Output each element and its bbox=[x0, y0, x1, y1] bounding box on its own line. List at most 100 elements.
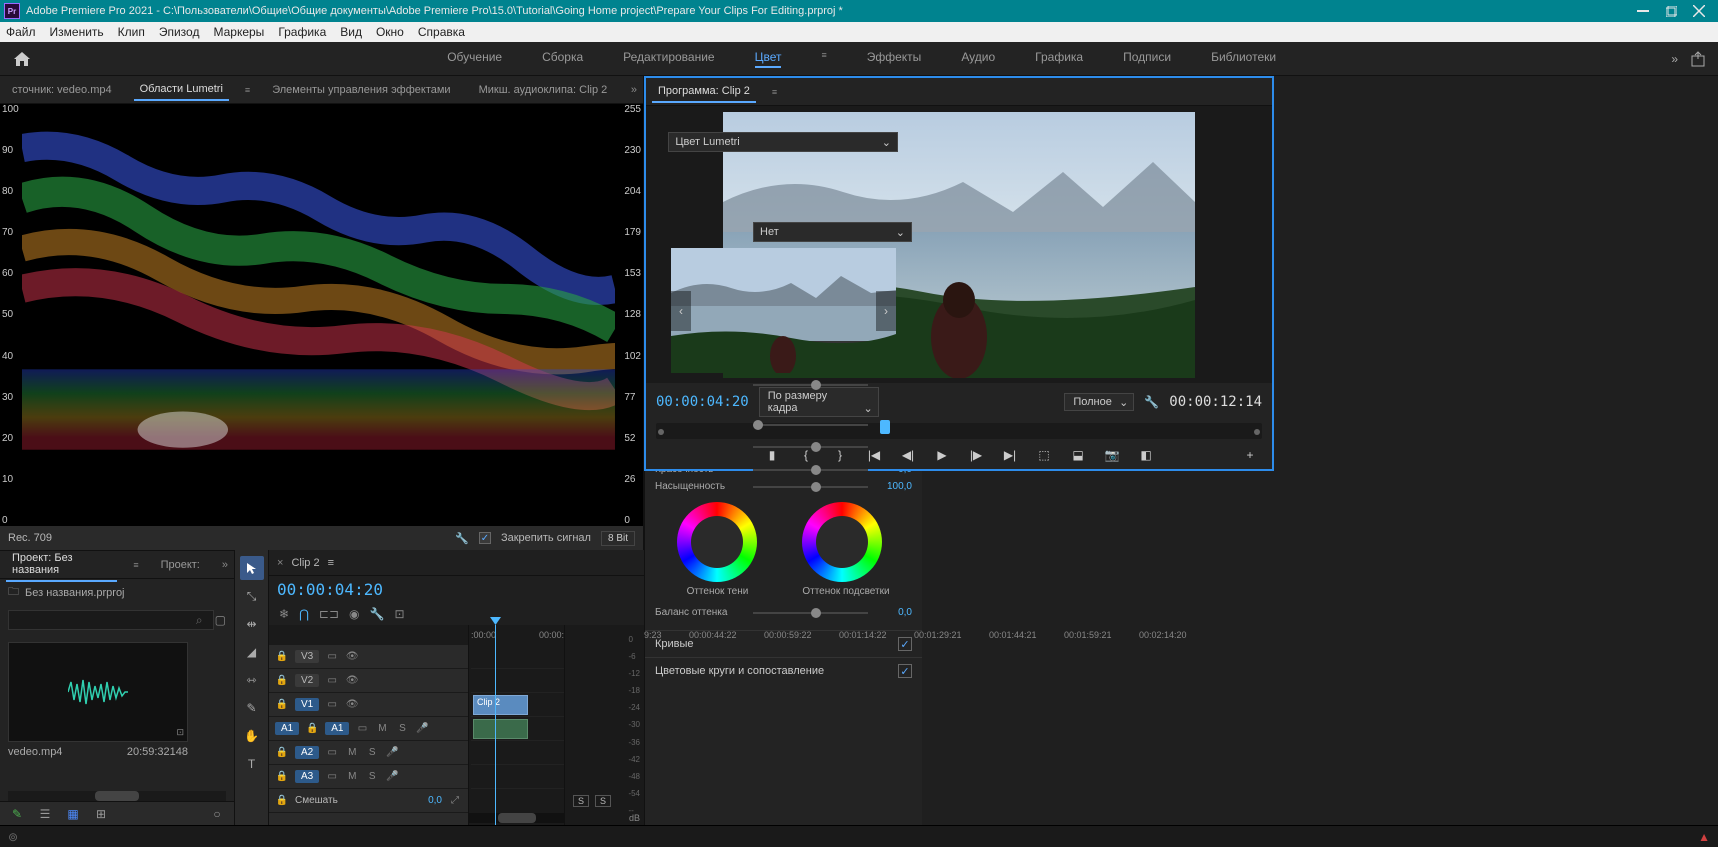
menu-help[interactable]: Справка bbox=[418, 25, 465, 39]
play-button[interactable]: ▶ bbox=[934, 447, 950, 463]
workspace-color[interactable]: Цвет bbox=[755, 50, 782, 68]
section-color-wheels[interactable]: Цветовые круги и сопоставление bbox=[645, 657, 922, 684]
workspace-captions[interactable]: Подписи bbox=[1123, 50, 1171, 68]
lock-icon[interactable]: 🔒 bbox=[275, 650, 289, 664]
look-next-button[interactable]: › bbox=[876, 291, 896, 331]
lock-icon[interactable]: 🔒 bbox=[305, 722, 319, 736]
project-scrollbar[interactable] bbox=[95, 791, 139, 801]
workspace-effects[interactable]: Эффекты bbox=[867, 50, 922, 68]
mark-out-button[interactable]: } bbox=[832, 447, 848, 463]
menu-markers[interactable]: Маркеры bbox=[213, 25, 264, 39]
cc-icon[interactable]: ⊚ bbox=[8, 830, 18, 844]
step-back-button[interactable]: ◀| bbox=[900, 447, 916, 463]
in-timecode[interactable]: 00:00:04:20 bbox=[656, 394, 749, 410]
go-to-out-button[interactable]: ▶| bbox=[1002, 447, 1018, 463]
menu-sequence[interactable]: Эпизод bbox=[159, 25, 200, 39]
toggle-output-icon[interactable]: ▭ bbox=[325, 650, 339, 664]
go-to-in-button[interactable]: |◀ bbox=[866, 447, 882, 463]
tab-lumetri-scopes[interactable]: Области Lumetri bbox=[134, 79, 229, 101]
type-tool[interactable]: T bbox=[240, 752, 264, 776]
shadow-tint-wheel[interactable] bbox=[677, 502, 757, 582]
eye-icon[interactable]: 👁 bbox=[345, 650, 359, 664]
tint-balance-value[interactable]: 0,0 bbox=[876, 607, 912, 618]
track-a3[interactable]: A3 bbox=[295, 770, 319, 783]
highlight-tint-wheel[interactable] bbox=[802, 502, 882, 582]
project-clip-item[interactable]: ⊡ vedeo.mp4 20:59:32148 bbox=[8, 642, 188, 758]
wheels-toggle[interactable] bbox=[898, 664, 912, 678]
saturation-slider[interactable] bbox=[753, 486, 868, 488]
button-editor-icon[interactable]: + bbox=[1242, 447, 1258, 463]
more-tabs-icon[interactable]: » bbox=[631, 84, 637, 96]
toggle-output-icon[interactable]: ▭ bbox=[325, 746, 339, 760]
panel-menu-icon[interactable]: ≡ bbox=[245, 85, 250, 95]
home-icon[interactable] bbox=[12, 50, 32, 68]
warning-icon[interactable]: ▲ bbox=[1698, 830, 1710, 844]
new-item-icon[interactable]: ✎ bbox=[8, 806, 26, 822]
source-a1[interactable]: A1 bbox=[275, 722, 299, 735]
bit-depth-dropdown[interactable]: 8 Bit bbox=[601, 531, 635, 546]
intensity-slider[interactable] bbox=[753, 384, 868, 386]
razor-tool[interactable]: ◢ bbox=[240, 640, 264, 664]
toggle-output-icon[interactable]: ▭ bbox=[325, 698, 339, 712]
mic-icon[interactable]: 🎤 bbox=[385, 770, 399, 784]
project-search-input[interactable] bbox=[8, 610, 214, 630]
solo-button[interactable]: S bbox=[573, 795, 589, 807]
menu-graphics[interactable]: Графика bbox=[278, 25, 326, 39]
marker-icon[interactable]: ◉ bbox=[349, 607, 359, 621]
menu-clip[interactable]: Клип bbox=[118, 25, 145, 39]
track-a2[interactable]: A2 bbox=[295, 746, 319, 759]
magnet-icon[interactable]: ⋂ bbox=[299, 607, 309, 621]
fit-dropdown[interactable]: По размеру кадра bbox=[759, 387, 879, 417]
share-icon[interactable] bbox=[1690, 51, 1706, 67]
playhead[interactable] bbox=[495, 625, 496, 825]
comparison-button[interactable]: ◧ bbox=[1138, 447, 1154, 463]
mic-icon[interactable]: 🎤 bbox=[415, 722, 429, 736]
lock-icon[interactable]: 🔒 bbox=[275, 674, 289, 688]
workspace-menu-icon[interactable]: ≡ bbox=[821, 50, 826, 68]
toggle-output-icon[interactable]: ▭ bbox=[325, 770, 339, 784]
curves-toggle[interactable] bbox=[898, 637, 912, 651]
timeline-tracks[interactable]: :00:00 00:00:14:23 00:00:29:23 00:00:44:… bbox=[469, 625, 564, 825]
workspace-libraries[interactable]: Библиотеки bbox=[1211, 50, 1276, 68]
out-timecode[interactable]: 00:00:12:14 bbox=[1169, 394, 1262, 410]
track-v3[interactable]: V3 bbox=[295, 650, 319, 663]
menu-file[interactable]: Файл bbox=[6, 25, 36, 39]
track-a1[interactable]: A1 bbox=[325, 722, 349, 735]
audio-clip[interactable] bbox=[473, 719, 528, 739]
toggle-output-icon[interactable]: ▭ bbox=[325, 674, 339, 688]
look-dropdown[interactable]: Нет bbox=[753, 222, 912, 242]
tab-program[interactable]: Программа: Clip 2 bbox=[652, 81, 756, 103]
workspace-editing[interactable]: Редактирование bbox=[623, 50, 714, 68]
close-button[interactable] bbox=[1692, 4, 1706, 18]
add-marker-button[interactable]: ▮ bbox=[764, 447, 780, 463]
new-bin-icon[interactable]: ▢ bbox=[215, 613, 226, 627]
step-forward-button[interactable]: |▶ bbox=[968, 447, 984, 463]
overflow-icon[interactable]: » bbox=[1671, 52, 1678, 66]
list-view-icon[interactable]: ☰ bbox=[36, 806, 54, 822]
faded-film-slider[interactable] bbox=[753, 424, 868, 426]
lock-icon[interactable]: 🔒 bbox=[275, 698, 289, 712]
close-tab-icon[interactable]: × bbox=[277, 557, 283, 569]
track-select-tool[interactable]: ⤡ bbox=[240, 584, 264, 608]
snap-icon[interactable]: ❄ bbox=[279, 607, 289, 621]
hand-tool[interactable]: ✋ bbox=[240, 724, 264, 748]
eye-icon[interactable]: 👁 bbox=[345, 674, 359, 688]
linked-selection-icon[interactable]: ⊏⊐ bbox=[319, 607, 339, 621]
wrench-icon[interactable]: 🔧 bbox=[455, 532, 469, 545]
cc-icon[interactable]: ⊡ bbox=[394, 607, 404, 621]
look-prev-button[interactable]: ‹ bbox=[671, 291, 691, 331]
panel-menu-icon[interactable]: ≡ bbox=[328, 557, 334, 569]
menu-view[interactable]: Вид bbox=[340, 25, 362, 39]
export-frame-button[interactable]: 📷 bbox=[1104, 447, 1120, 463]
mic-icon[interactable]: 🎤 bbox=[385, 746, 399, 760]
timeline-ruler[interactable]: :00:00 00:00:14:23 00:00:29:23 00:00:44:… bbox=[469, 625, 564, 645]
lock-icon[interactable]: 🔒 bbox=[275, 770, 289, 784]
sharpen-slider[interactable] bbox=[753, 446, 868, 448]
tab-project-2[interactable]: Проект: bbox=[155, 555, 206, 575]
menu-edit[interactable]: Изменить bbox=[50, 25, 104, 39]
track-v1[interactable]: V1 bbox=[295, 698, 319, 711]
eye-icon[interactable]: 👁 bbox=[345, 698, 359, 712]
solo-button[interactable]: S bbox=[595, 795, 611, 807]
panel-menu-icon[interactable]: ≡ bbox=[772, 87, 777, 97]
timeline-h-scrollbar[interactable] bbox=[498, 813, 536, 823]
